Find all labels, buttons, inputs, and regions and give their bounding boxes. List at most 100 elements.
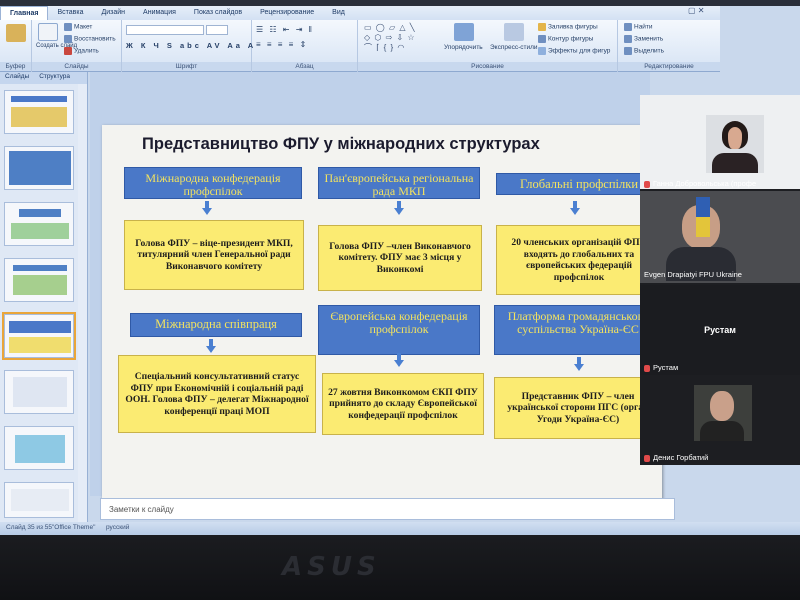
shape-effects-button[interactable]: Эффекты для фигур: [538, 47, 610, 55]
laptop-bezel: [0, 535, 800, 600]
tab-slideshow[interactable]: Показ слайдов: [185, 6, 251, 20]
tab-insert[interactable]: Вставка: [48, 6, 92, 20]
quick-styles-icon[interactable]: [504, 23, 524, 41]
slides-panel-tabs: Слайды Структура: [0, 72, 87, 84]
muted-mic-icon: [644, 454, 650, 462]
slides-panel: Слайды Структура: [0, 72, 88, 522]
align-buttons[interactable]: ≡ ≡ ≡ ≡ ⇕: [256, 40, 308, 49]
slide-thumbnail[interactable]: [4, 426, 74, 470]
binoculars-icon: [624, 23, 632, 31]
slide: Представництво ФПУ у міжнародних структу…: [102, 125, 662, 505]
slide-thumbnail-current[interactable]: [2, 312, 76, 360]
participant-name: Рустам: [644, 363, 678, 372]
layout-button[interactable]: Макет: [64, 23, 92, 31]
participant-tile[interactable]: Evgen Drapiatyi FPU Ukraine: [640, 191, 800, 283]
group-editing: Найти Заменить Выделить Редактирование: [618, 20, 720, 72]
font-name-combo[interactable]: [126, 25, 204, 35]
font-size-combo[interactable]: [206, 25, 228, 35]
slide-notes-field[interactable]: Заметки к слайду: [100, 498, 675, 520]
flag-shape: [696, 197, 710, 237]
replace-icon: [624, 35, 632, 43]
video-call-panel: Ганна Добровольська (профе Evgen Drapiat…: [640, 95, 800, 465]
font-format-buttons[interactable]: Ж К Ч S abc AV Aa A: [126, 41, 256, 50]
muted-mic-icon: [644, 364, 650, 372]
text-box-civil-society-platform: Представник ФПУ – член української сторо…: [494, 377, 662, 439]
text-box-global-unions: 20 членських організацій ФПУ входять до …: [496, 225, 662, 295]
tab-home[interactable]: Главная: [0, 6, 49, 20]
face-shape: [722, 121, 748, 149]
paste-icon[interactable]: [6, 24, 26, 42]
delete-label: Удалить: [74, 47, 99, 55]
slide-thumbnail[interactable]: [4, 202, 74, 246]
shoulders-shape: [700, 421, 744, 441]
text-box-etuc: 27 жовтня Виконкомом ЄКП ФПУ прийнято до…: [322, 373, 484, 435]
participant-video: [706, 115, 764, 173]
photo-of-laptop: Главная Вставка Дизайн Анимация Показ сл…: [0, 0, 800, 600]
group-font: Ж К Ч S abc AV Aa A Шрифт: [122, 20, 253, 72]
cursor-icon: [624, 47, 632, 55]
arrange-button[interactable]: Упорядочить: [444, 44, 483, 51]
select-button[interactable]: Выделить: [624, 47, 664, 55]
down-arrow-icon: [570, 201, 580, 215]
shapes-gallery[interactable]: ▭ ◯ ▱ △ ╲ ◇ ⬡ ⇨ ⇩ ☆ ⌒ ⌈ { } ◠: [364, 23, 416, 53]
down-arrow-icon: [394, 353, 404, 367]
arrange-icon[interactable]: [454, 23, 474, 41]
outline-icon: [538, 35, 546, 43]
tab-outline[interactable]: Структура: [34, 72, 75, 84]
new-slide-icon[interactable]: [38, 23, 58, 41]
participant-name: Ганна Добровольська (профе: [644, 179, 756, 188]
slide-canvas-area: Представництво ФПУ у міжнародних структу…: [90, 72, 662, 505]
group-drawing: ▭ ◯ ▱ △ ╲ ◇ ⬡ ⇨ ⇩ ☆ ⌒ ⌈ { } ◠ Упорядочить …: [358, 20, 618, 72]
tab-design[interactable]: Дизайн: [93, 6, 135, 20]
header-box-global-unions: Глобальні профспілки: [496, 173, 662, 195]
ribbon-tab-bar: Главная Вставка Дизайн Анимация Показ сл…: [0, 6, 720, 20]
down-arrow-icon: [202, 201, 212, 215]
group-clipboard-label: Буфер обмена: [0, 62, 31, 79]
group-slides: Создать слайд Макет Восстановить Удалить…: [32, 20, 122, 72]
shape-outline-label: Контур фигуры: [548, 35, 594, 43]
slide-thumbnail[interactable]: [4, 146, 74, 190]
list-buttons[interactable]: ☰ ☷ ⇤ ⇥ ‖: [256, 25, 314, 34]
window-controls[interactable]: ▢ ✕: [688, 6, 718, 20]
header-box-pan-european: Пан'європейська регіональна рада МКП: [318, 167, 480, 199]
quick-styles-button[interactable]: Экспресс-стили: [490, 44, 538, 51]
replace-button[interactable]: Заменить: [624, 35, 663, 43]
delete-icon: [64, 47, 72, 55]
slide-thumbnail[interactable]: [4, 482, 74, 518]
tab-animation[interactable]: Анимация: [134, 6, 185, 20]
laptop-screen: Главная Вставка Дизайн Анимация Показ сл…: [0, 0, 800, 535]
shape-fill-button[interactable]: Заливка фигуры: [538, 23, 598, 31]
slide-thumbnail[interactable]: [4, 370, 74, 414]
participant-name: Денис Горбатий: [644, 453, 708, 462]
participant-video: [694, 385, 752, 441]
thumbnails-scrollbar[interactable]: [78, 84, 87, 522]
down-arrow-icon: [206, 339, 216, 353]
tab-view[interactable]: Вид: [323, 6, 354, 20]
group-drawing-label: Рисование: [358, 62, 617, 71]
participant-name: Evgen Drapiatyi FPU Ukraine: [644, 270, 742, 279]
group-editing-label: Редактирование: [618, 62, 720, 71]
header-box-international-cooperation: Міжнародна співпраця: [130, 313, 302, 337]
slide-thumbnail[interactable]: [4, 90, 74, 134]
layout-icon: [64, 23, 72, 31]
tab-slides[interactable]: Слайды: [0, 72, 34, 84]
shape-outline-button[interactable]: Контур фигуры: [538, 35, 593, 43]
restore-icon: [64, 35, 72, 43]
shoulders-shape: [712, 153, 758, 173]
participant-tile[interactable]: Денис Горбатий: [640, 377, 800, 465]
down-arrow-icon: [574, 357, 584, 371]
find-button[interactable]: Найти: [624, 23, 653, 31]
header-box-etuc: Європейська конфедерація профспілок: [318, 305, 480, 355]
tab-review[interactable]: Рецензирование: [251, 6, 323, 20]
text-box-mkp: Голова ФПУ – віце-президент МКП, титуляр…: [124, 220, 304, 290]
find-label: Найти: [634, 23, 653, 31]
group-paragraph-label: Абзац: [252, 62, 357, 71]
shape-fill-label: Заливка фигуры: [548, 23, 598, 31]
participant-tile[interactable]: Рустам Рустам: [640, 285, 800, 375]
restore-button[interactable]: Восстановить: [64, 35, 116, 43]
participant-tile[interactable]: Ганна Добровольська (профе: [640, 95, 800, 189]
status-bar: Слайд 35 из 55 "Office Theme" русский: [0, 522, 800, 535]
slide-thumbnail[interactable]: [4, 258, 74, 302]
laptop-brand-logo: ASUS: [282, 552, 381, 582]
delete-button[interactable]: Удалить: [64, 47, 99, 55]
